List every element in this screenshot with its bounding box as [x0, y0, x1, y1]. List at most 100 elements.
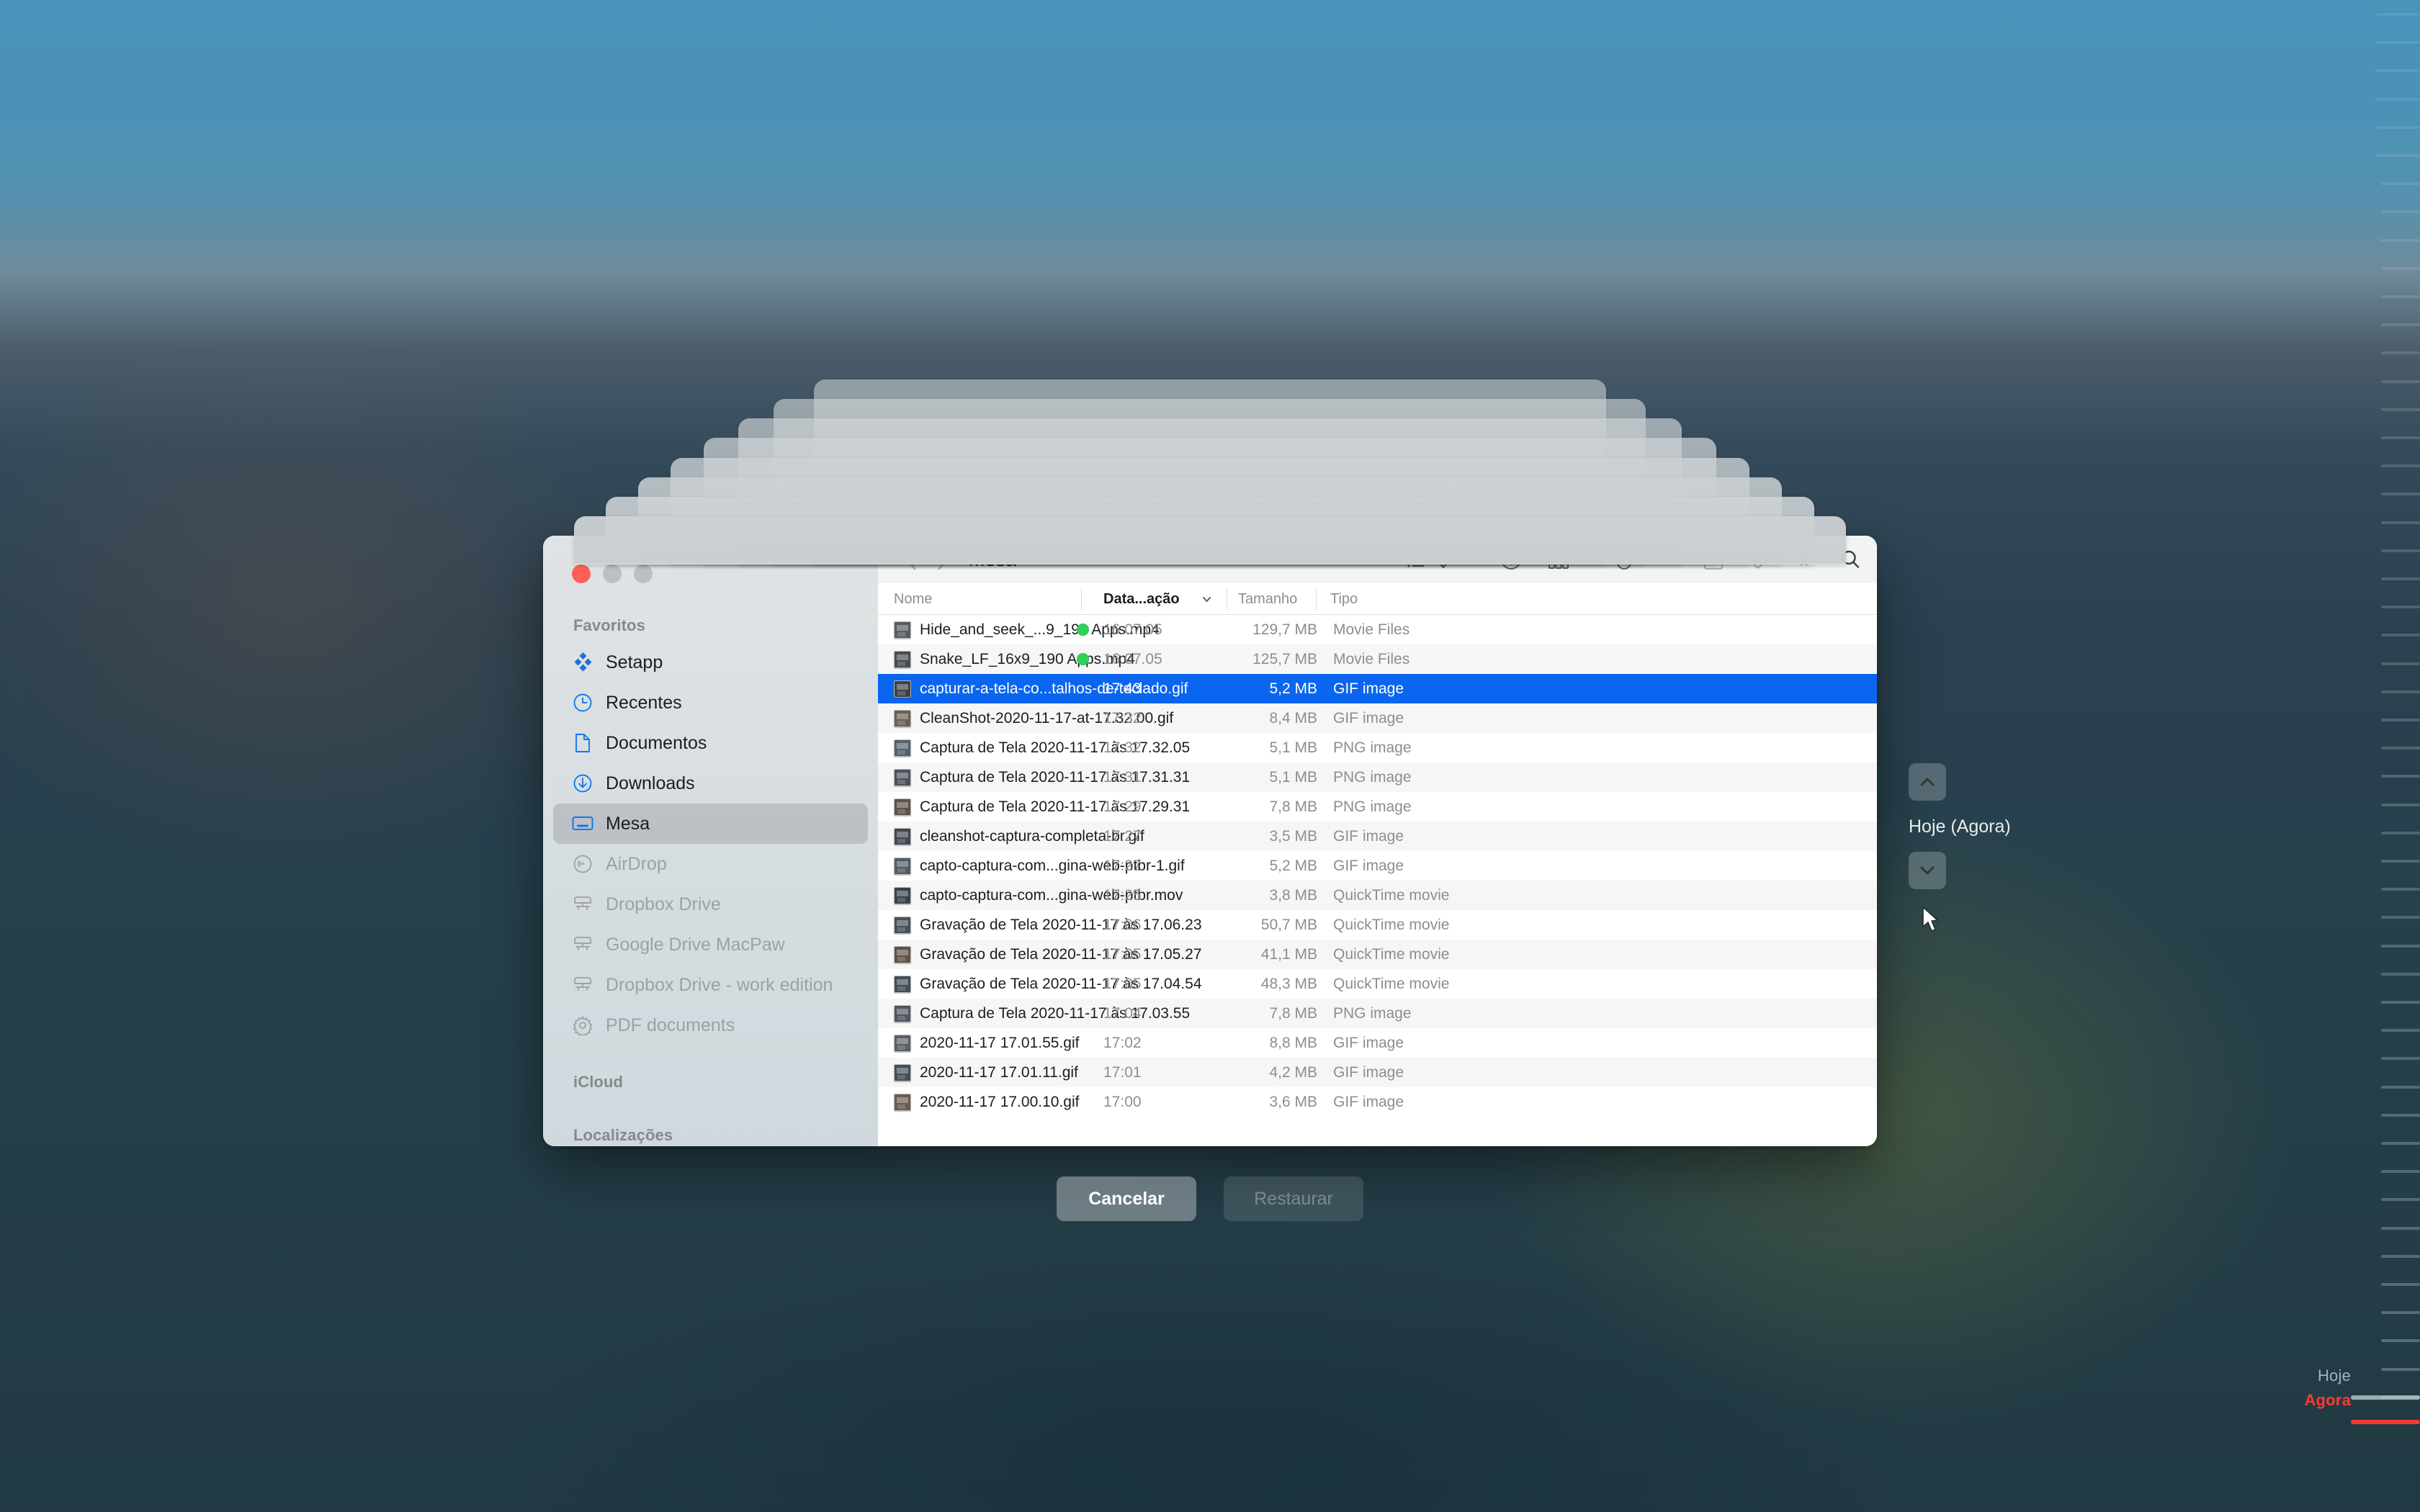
table-row[interactable]: 2020-11-17 17.00.10.gif 17:00 3,6 MB GIF im…	[878, 1087, 1877, 1117]
timeline-tick[interactable]	[2381, 238, 2420, 242]
timeline-tick[interactable]	[2381, 888, 2420, 891]
file-name: 2020-11-17 17.01.11.gif	[920, 1063, 1078, 1081]
table-row[interactable]: Gravação de Tela 2020-11-17 às 17.05.27 1…	[878, 940, 1877, 969]
file-size: 7,8 MB	[1269, 1004, 1317, 1022]
timeline-tick[interactable]	[2381, 1085, 2420, 1089]
sidebar-item-dropbox-drive[interactable]: Dropbox Drive	[553, 884, 868, 924]
timeline-tick[interactable]	[2381, 1142, 2420, 1145]
cancel-button[interactable]: Cancelar	[1057, 1176, 1196, 1221]
file-size: 8,4 MB	[1269, 709, 1317, 726]
timeline-tick[interactable]	[2381, 972, 2420, 976]
maximize-icon[interactable]	[634, 564, 653, 583]
timeline-tick[interactable]	[2375, 41, 2420, 45]
timeline-tick[interactable]	[2381, 182, 2420, 186]
timeline-tick[interactable]	[2381, 351, 2420, 355]
table-row[interactable]: CleanShot-2020-11-17-at-17.32.00.gif 17:3…	[878, 703, 1877, 733]
sidebar-item-mesa[interactable]: Mesa	[553, 804, 868, 844]
timeline-tick[interactable]	[2381, 210, 2420, 214]
sidebar-item-recentes[interactable]: Recentes	[553, 683, 868, 723]
timeline-tick[interactable]	[2381, 323, 2420, 327]
timeline-tick[interactable]	[2381, 1029, 2420, 1032]
table-row[interactable]: capturar-a-tela-co...talhos-de-teclado.g…	[878, 674, 1877, 703]
table-row[interactable]: 2020-11-17 17.01.55.gif 17:02 8,8 MB GIF im…	[878, 1028, 1877, 1058]
timeline-tick[interactable]	[2381, 266, 2420, 270]
timeline-tick[interactable]	[2381, 1367, 2420, 1371]
timeline-tick[interactable]	[2381, 1170, 2420, 1174]
timeline-tick[interactable]	[2381, 521, 2420, 524]
column-header-type[interactable]: Tipo	[1330, 583, 1358, 615]
timeline-tick[interactable]	[2381, 690, 2420, 693]
sidebar-item-pdf-documents[interactable]: PDF documents	[553, 1005, 868, 1045]
table-row[interactable]: Captura de Tela 2020-11-17 às 17.31.31 17…	[878, 762, 1877, 792]
timeline-tick[interactable]	[2375, 97, 2420, 101]
timeline-tick[interactable]	[2381, 1113, 2420, 1117]
timeline-tick[interactable]	[2375, 125, 2420, 129]
timeline-tick[interactable]	[2381, 747, 2420, 750]
table-row[interactable]: Captura de Tela 2020-11-17 às 17.03.55 17…	[878, 999, 1877, 1028]
sidebar-item-downloads[interactable]: Downloads	[553, 763, 868, 804]
timeline-tick[interactable]	[2375, 154, 2420, 157]
sort-chevron-down-icon[interactable]	[1201, 583, 1213, 615]
timeline-tick[interactable]	[2381, 634, 2420, 637]
column-header-name[interactable]: Nome	[894, 583, 932, 615]
sidebar-item-documentos[interactable]: Documentos	[553, 723, 868, 763]
green-tag-icon	[1077, 624, 1089, 636]
timeline-tick[interactable]	[2381, 1311, 2420, 1315]
timeline-tick[interactable]	[2381, 719, 2420, 721]
timeline-tick[interactable]	[2381, 492, 2420, 496]
table-row[interactable]: cleanshot-captura-completa-br.gif 17:27 3,…	[878, 822, 1877, 851]
timeline-tick[interactable]	[2381, 944, 2420, 948]
timeline-tick[interactable]	[2381, 1001, 2420, 1004]
minimize-icon[interactable]	[603, 564, 622, 583]
table-row[interactable]: capto-captura-com...gina-web-ptbr-1.gif 1…	[878, 851, 1877, 881]
table-row[interactable]: Snake_LF_16x9_190 Apps.mp4 16.07.05 125,7 …	[878, 644, 1877, 674]
chevron-down-icon[interactable]	[1909, 852, 1946, 889]
timeline-tick[interactable]	[2381, 436, 2420, 439]
timeline-tick[interactable]	[2381, 1339, 2420, 1343]
column-header-size[interactable]: Tamanho	[1238, 583, 1297, 615]
table-row[interactable]: Gravação de Tela 2020-11-17 às 17.06.23 1…	[878, 910, 1877, 940]
file-type: GIF image	[1333, 857, 1404, 874]
table-row[interactable]: 2020-11-17 17.01.11.gif 17:01 4,2 MB GIF im…	[878, 1058, 1877, 1087]
table-row[interactable]: Hide_and_seek_...9_190 Apps.mp4 16.07.05 1…	[878, 615, 1877, 644]
table-row[interactable]: Captura de Tela 2020-11-17 às 17.29.31 17…	[878, 792, 1877, 822]
sidebar-item-google-drive-macpaw[interactable]: Google Drive MacPaw	[553, 924, 868, 965]
sidebar-item-dropbox-drive-work-edition[interactable]: Dropbox Drive - work edition	[553, 965, 868, 1005]
timeline-tick[interactable]	[2381, 831, 2420, 834]
timeline-tick[interactable]	[2381, 464, 2420, 468]
timeline-tick[interactable]	[2381, 606, 2420, 609]
timeline-tick[interactable]	[2381, 1254, 2420, 1258]
timeline-tick[interactable]	[2381, 916, 2420, 919]
timeline-tick[interactable]	[2381, 577, 2420, 580]
timeline-tick[interactable]	[2381, 662, 2420, 665]
timeline-tick[interactable]	[2381, 860, 2420, 863]
sidebar-item-airdrop[interactable]: AirDrop	[553, 844, 868, 884]
file-type: QuickTime movie	[1333, 916, 1450, 933]
table-row[interactable]: capto-captura-com...gina-web-ptbr.mov 17:…	[878, 881, 1877, 910]
timeline-tick[interactable]	[2381, 408, 2420, 411]
column-header-date[interactable]: Data...ação	[1103, 583, 1180, 615]
restore-button[interactable]: Restaurar	[1224, 1176, 1363, 1221]
timeline-tick[interactable]	[2375, 13, 2420, 16]
file-list[interactable]: Hide_and_seek_...9_190 Apps.mp4 16.07.05 1…	[878, 615, 1877, 1146]
timeline-tick[interactable]	[2381, 775, 2420, 778]
timeline-tick[interactable]	[2381, 1283, 2420, 1286]
sidebar-item-setapp[interactable]: Setapp	[553, 642, 868, 683]
timeline-tick-today[interactable]	[2351, 1395, 2420, 1400]
close-icon[interactable]	[572, 564, 591, 583]
file-date: 16.07.05	[1103, 650, 1162, 667]
timeline-tick-now[interactable]	[2351, 1420, 2420, 1424]
file-size: 50,7 MB	[1260, 916, 1317, 933]
table-row[interactable]: Captura de Tela 2020-11-17 às 17.32.05 17…	[878, 733, 1877, 762]
timeline-tick[interactable]	[2381, 1226, 2420, 1230]
timemachine-timeline[interactable]	[2351, 0, 2420, 1512]
table-row[interactable]: Gravação de Tela 2020-11-17 às 17.04.54 1…	[878, 969, 1877, 999]
chevron-up-icon[interactable]	[1909, 763, 1946, 801]
timeline-tick[interactable]	[2381, 379, 2420, 383]
timeline-tick[interactable]	[2381, 1057, 2420, 1061]
timeline-tick[interactable]	[2381, 803, 2420, 806]
timeline-tick[interactable]	[2381, 549, 2420, 552]
airdrop-icon	[572, 853, 593, 875]
timeline-tick[interactable]	[2381, 295, 2420, 298]
timeline-tick[interactable]	[2375, 69, 2420, 73]
